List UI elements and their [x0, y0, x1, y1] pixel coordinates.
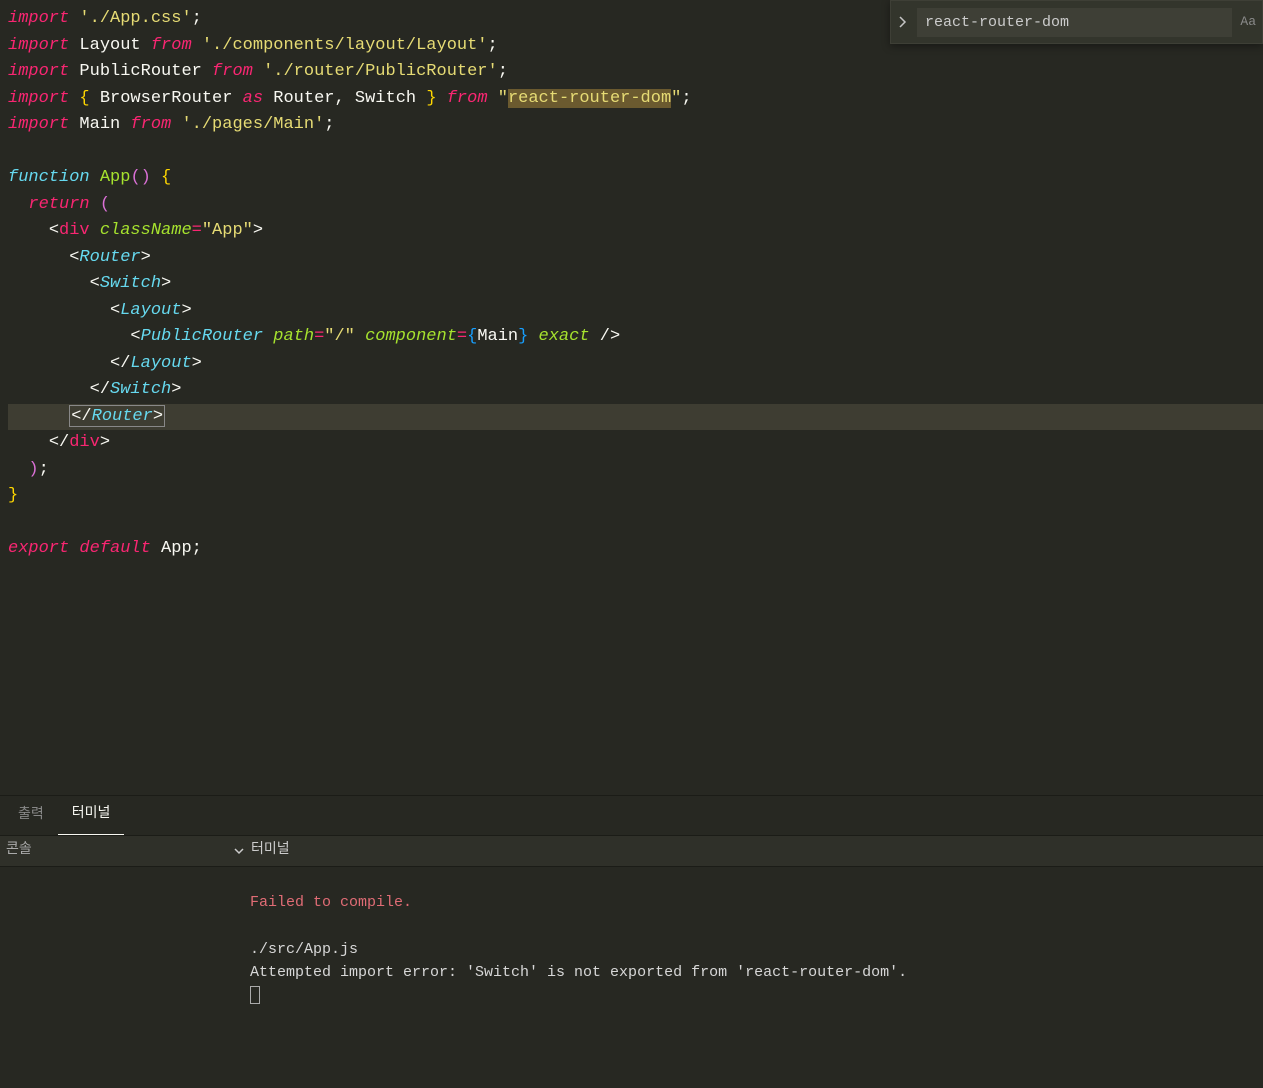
- code-line[interactable]: <Router>: [8, 245, 1263, 272]
- terminal-cursor-line: [250, 984, 1263, 1007]
- code-line[interactable]: </Switch>: [8, 377, 1263, 404]
- code-line[interactable]: <PublicRouter path="/" component={Main} …: [8, 324, 1263, 351]
- panel-sub-console[interactable]: 콘솔: [0, 840, 225, 862]
- chevron-right-icon: [897, 16, 909, 28]
- code-line[interactable]: <div className="App">: [8, 218, 1263, 245]
- code-line-active[interactable]: </Router>: [8, 404, 1263, 431]
- panel-tabs: 출력 터미널: [0, 795, 1263, 835]
- panel-sub-header: 콘솔 터미널: [0, 835, 1263, 867]
- find-input[interactable]: [917, 8, 1232, 37]
- chevron-down-icon: [233, 845, 245, 857]
- tab-terminal[interactable]: 터미널: [58, 796, 125, 835]
- code-line[interactable]: [8, 510, 1263, 537]
- code-editor[interactable]: import './App.css'; import Layout from '…: [0, 0, 1263, 795]
- cursor: </Router>: [69, 405, 165, 427]
- find-toggle-replace[interactable]: [891, 1, 915, 43]
- code-line[interactable]: return (: [8, 192, 1263, 219]
- terminal-file-line: ./src/App.js: [250, 938, 1263, 961]
- find-widget: Aa: [890, 0, 1263, 44]
- code-line[interactable]: <Switch>: [8, 271, 1263, 298]
- panel-sub-terminal-label: 터미널: [251, 840, 290, 862]
- code-line[interactable]: import Main from './pages/Main';: [8, 112, 1263, 139]
- code-line[interactable]: function App() {: [8, 165, 1263, 192]
- terminal-cursor: [250, 986, 260, 1004]
- terminal-error-line: Failed to compile.: [250, 891, 1263, 914]
- code-line[interactable]: import { BrowserRouter as Router, Switch…: [8, 86, 1263, 113]
- terminal[interactable]: Failed to compile. ./src/App.js Attempte…: [0, 867, 1263, 1007]
- code-line[interactable]: </div>: [8, 430, 1263, 457]
- terminal-line: [250, 914, 1263, 937]
- search-match: react-router-dom: [508, 89, 671, 108]
- find-match-case[interactable]: Aa: [1234, 8, 1262, 36]
- code-line[interactable]: </Layout>: [8, 351, 1263, 378]
- code-line[interactable]: <Layout>: [8, 298, 1263, 325]
- string-literal: './App.css': [79, 9, 191, 28]
- bottom-panel: 출력 터미널 콘솔 터미널 Failed to compile. ./src/A…: [0, 795, 1263, 1088]
- panel-sub-terminal[interactable]: 터미널: [225, 840, 290, 862]
- terminal-message-line: Attempted import error: 'Switch' is not …: [250, 961, 1263, 984]
- code-line[interactable]: );: [8, 457, 1263, 484]
- code-line[interactable]: [8, 139, 1263, 166]
- code-line[interactable]: import PublicRouter from './router/Publi…: [8, 59, 1263, 86]
- tab-output[interactable]: 출력: [4, 797, 58, 835]
- keyword-import: import: [8, 9, 69, 28]
- code-line[interactable]: }: [8, 483, 1263, 510]
- code-line[interactable]: export default App;: [8, 536, 1263, 563]
